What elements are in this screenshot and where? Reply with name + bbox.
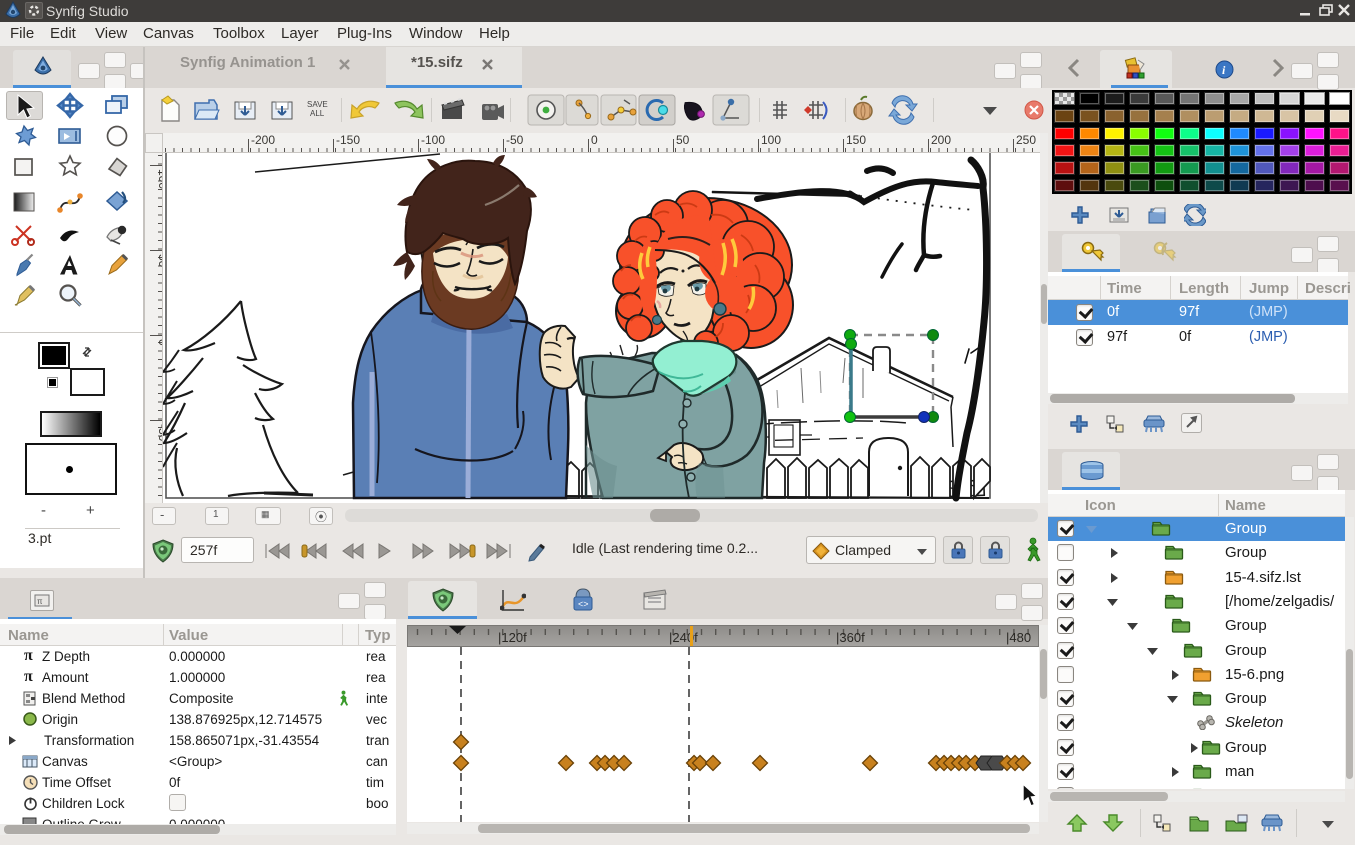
svg-text:200: 200: [931, 133, 951, 147]
svg-text:100: 100: [761, 133, 781, 147]
svg-text:|120f: |120f: [498, 630, 527, 645]
svg-text:50: 50: [156, 254, 163, 268]
svg-text:-50: -50: [506, 133, 524, 147]
svg-text:0: 0: [591, 133, 598, 147]
svg-text:π: π: [37, 597, 43, 606]
svg-text:-100: -100: [421, 133, 445, 147]
svg-text:|240f: |240f: [669, 630, 698, 645]
svg-text:ALL: ALL: [310, 109, 325, 118]
svg-text:50: 50: [676, 133, 690, 147]
svg-text:100: 100: [156, 169, 163, 189]
svg-text:|480: |480: [1006, 630, 1031, 645]
svg-text:-200: -200: [251, 133, 275, 147]
svg-text:|360f: |360f: [836, 630, 865, 645]
svg-text:SAVE: SAVE: [307, 100, 328, 109]
svg-text:0: 0: [156, 339, 163, 346]
svg-text:-150: -150: [336, 133, 360, 147]
svg-text:150: 150: [846, 133, 866, 147]
svg-text:<>: <>: [578, 599, 589, 609]
svg-text:-50: -50: [156, 424, 163, 442]
svg-text:250: 250: [1016, 133, 1036, 147]
